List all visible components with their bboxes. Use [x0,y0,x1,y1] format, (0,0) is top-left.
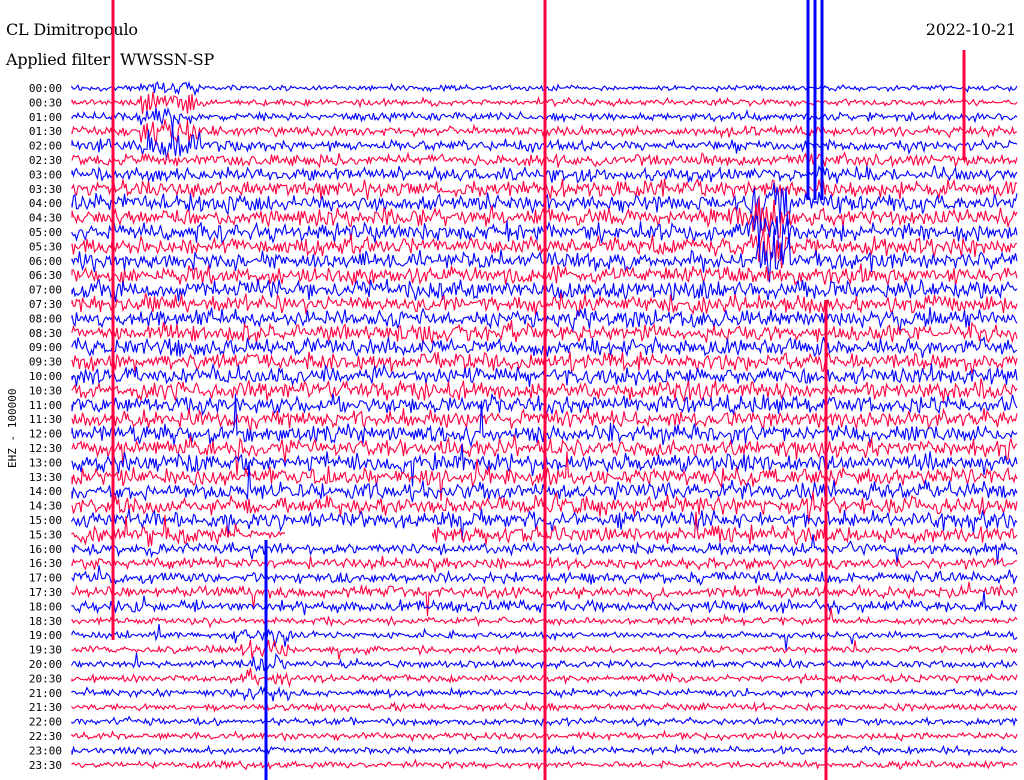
time-tick-label: 17:00 [29,572,62,585]
time-tick-label: 23:00 [29,744,62,757]
time-tick-label: 10:30 [29,384,62,397]
time-tick-label: 13:30 [29,471,62,484]
time-tick-label: 00:30 [29,96,62,109]
time-tick-label: 11:00 [29,399,62,412]
time-tick-label: 09:00 [29,341,62,354]
time-tick-label: 19:00 [29,629,62,642]
time-tick-label: 19:30 [29,644,62,657]
time-tick-label: 06:30 [29,269,62,282]
time-tick-label: 18:30 [29,615,62,628]
time-tick-label: 16:00 [29,543,62,556]
time-tick-label: 04:30 [29,212,62,225]
time-tick-label: 20:30 [29,672,62,685]
time-tick-label: 16:30 [29,557,62,570]
time-tick-label: 21:00 [29,687,62,700]
time-tick-label: 14:30 [29,500,62,513]
time-tick-label: 13:00 [29,456,62,469]
time-tick-label: 23:30 [29,759,62,772]
time-tick-label: 03:00 [29,168,62,181]
time-tick-label: 01:00 [29,111,62,124]
trace-group [71,0,1018,780]
time-tick-label: 22:00 [29,716,62,729]
time-tick-label: 20:00 [29,658,62,671]
time-tick-label: 01:30 [29,125,62,138]
helicorder-plot: 00:0000:30 01:0001:30 02:0002:3003:00 03:30… [6,0,1018,780]
time-tick-label: 05:30 [29,240,62,253]
time-tick-label: 07:30 [29,298,62,311]
time-tick-label: 18:00 [29,600,62,613]
time-tick-label: 15:30 [29,528,62,541]
time-tick-label: 09:30 [29,356,62,369]
channel-label: EHZ - 100000 [6,389,19,468]
time-tick-label: 14:00 [29,485,62,498]
time-tick-label: 06:00 [29,255,62,268]
time-tick-label: 12:00 [29,428,62,441]
time-tick-label: 21:30 [29,701,62,714]
data-gap [285,528,432,541]
time-tick-label: 08:30 [29,327,62,340]
time-tick-label: 03:30 [29,183,62,196]
time-tick-label: 02:30 [29,154,62,167]
time-tick-label: 05:00 [29,226,62,239]
time-axis: 00:0000:30 01:0001:30 02:0002:3003:00 03:30… [29,82,62,772]
time-tick-label: 22:30 [29,730,62,743]
time-tick-label: 12:30 [29,442,62,455]
time-tick-label: 02:00 [29,140,62,153]
time-tick-label: 07:00 [29,284,62,297]
time-tick-label: 08:00 [29,312,62,325]
time-tick-label: 00:00 [29,82,62,95]
time-tick-label: 04:00 [29,197,62,210]
time-tick-label: 11:30 [29,413,62,426]
time-tick-label: 17:30 [29,586,62,599]
time-tick-label: 15:00 [29,514,62,527]
time-tick-label: 10:00 [29,370,62,383]
